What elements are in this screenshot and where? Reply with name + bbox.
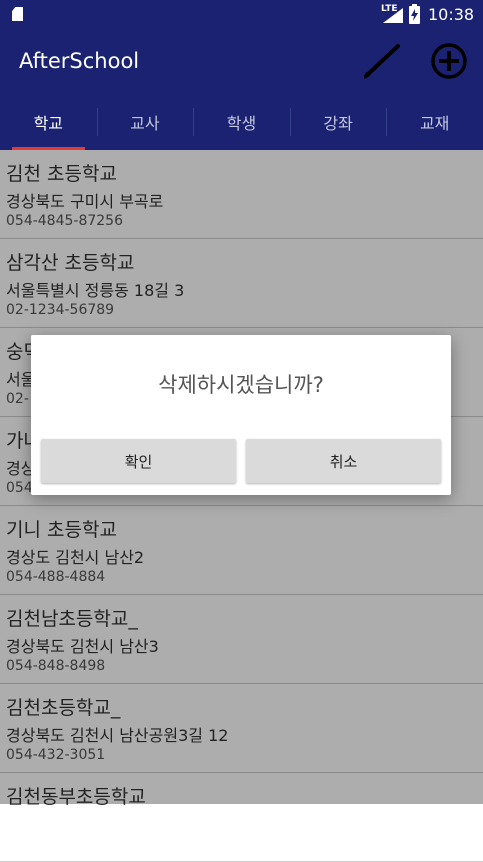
tab-school[interactable]: 학교 [0, 94, 97, 150]
delete-confirm-dialog: 삭제하시겠습니까? 확인 취소 [31, 335, 451, 495]
tab-textbook[interactable]: 교재 [386, 94, 483, 150]
tab-teacher[interactable]: 교사 [96, 94, 194, 150]
tab-bar: 학교 교사 학생 강좌 교재 [0, 94, 483, 150]
battery-icon [409, 4, 420, 24]
cancel-button[interactable]: 취소 [246, 439, 441, 483]
pen-icon[interactable] [362, 42, 404, 80]
tab-course[interactable]: 강좌 [289, 94, 387, 150]
app-title: AfterSchool [19, 49, 140, 73]
tab-student[interactable]: 학생 [193, 94, 290, 150]
app-bar: AfterSchool [0, 30, 483, 94]
add-circle-icon[interactable] [430, 42, 468, 80]
confirm-button[interactable]: 확인 [41, 439, 236, 483]
signal-icon [383, 8, 403, 23]
dialog-message: 삭제하시겠습니까? [158, 373, 324, 397]
status-bar: LTE 10:38 [0, 0, 483, 30]
sd-card-icon [12, 7, 23, 21]
status-time: 10:38 [428, 5, 475, 24]
